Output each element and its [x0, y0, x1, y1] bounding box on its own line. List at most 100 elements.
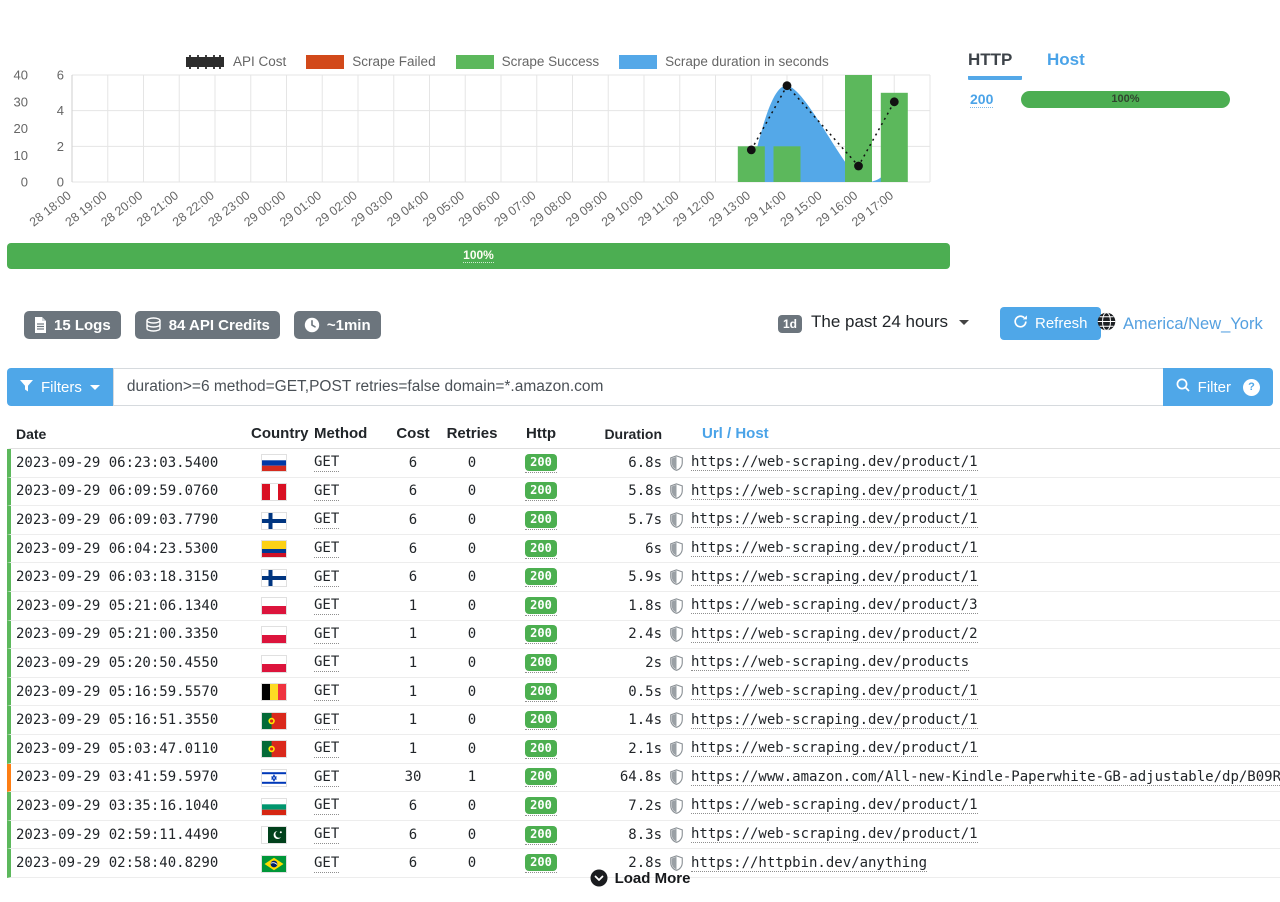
- log-url-link[interactable]: https://web-scraping.dev/product/1: [691, 483, 978, 500]
- log-url-link[interactable]: https://web-scraping.dev/product/3: [691, 597, 978, 614]
- log-retries: 0: [442, 655, 502, 671]
- log-url-link[interactable]: https://www.amazon.com/All-new-Kindle-Pa…: [691, 769, 1280, 786]
- log-url-link[interactable]: https://web-scraping.dev/product/1: [691, 511, 978, 528]
- http-status-badge[interactable]: 200: [525, 597, 557, 614]
- method-label[interactable]: GET: [314, 740, 339, 756]
- method-label[interactable]: GET: [314, 569, 339, 585]
- http-status-badge[interactable]: 200: [525, 454, 557, 471]
- log-row[interactable]: 2023-09-29 05:21:06.1340GET102001.8shttp…: [7, 592, 1280, 621]
- log-url-link[interactable]: https://web-scraping.dev/product/1: [691, 454, 978, 471]
- http-status-badge[interactable]: 200: [525, 625, 557, 642]
- log-date: 2023-09-29 03:41:59.5970: [11, 769, 251, 785]
- method-label[interactable]: GET: [314, 683, 339, 699]
- method-label[interactable]: GET: [314, 597, 339, 613]
- method-label[interactable]: GET: [314, 712, 339, 728]
- log-url-link[interactable]: https://web-scraping.dev/product/1: [691, 797, 978, 814]
- log-cost: 1: [384, 598, 442, 614]
- log-url-link[interactable]: https://web-scraping.dev/product/1: [691, 740, 978, 757]
- tab-http[interactable]: HTTP: [968, 50, 1022, 80]
- log-row[interactable]: 2023-09-29 03:41:59.5970GET30120064.8sht…: [7, 764, 1280, 793]
- stats-badges: 15 Logs84 API Credits~1min: [24, 311, 381, 339]
- coins-icon: [145, 317, 162, 333]
- http-status-badge[interactable]: 200: [525, 654, 557, 671]
- http-status-badge[interactable]: 200: [525, 797, 557, 814]
- svg-text:10: 10: [14, 148, 28, 163]
- search-icon: [1176, 378, 1190, 396]
- filters-dropdown-button[interactable]: Filters: [7, 368, 113, 406]
- method-label[interactable]: GET: [314, 626, 339, 642]
- log-row[interactable]: 2023-09-29 03:35:16.1040GET602007.2shttp…: [7, 792, 1280, 821]
- http-status-badge[interactable]: 200: [525, 826, 557, 843]
- log-row[interactable]: 2023-09-29 05:16:59.5570GET102000.5shttp…: [7, 678, 1280, 707]
- http-status-badge[interactable]: 200: [525, 568, 557, 585]
- log-url-link[interactable]: https://web-scraping.dev/product/2: [691, 626, 978, 643]
- http-status-badge[interactable]: 200: [525, 768, 557, 785]
- log-url-link[interactable]: https://web-scraping.dev/product/1: [691, 569, 978, 586]
- shield-icon: [670, 655, 683, 671]
- tab-host[interactable]: Host: [1047, 50, 1085, 70]
- method-label[interactable]: GET: [314, 769, 339, 785]
- method-label[interactable]: GET: [314, 826, 339, 842]
- log-cost: 6: [384, 512, 442, 528]
- method-label[interactable]: GET: [314, 797, 339, 813]
- log-url-link[interactable]: https://web-scraping.dev/product/1: [691, 540, 978, 557]
- status-code-link[interactable]: 200: [970, 91, 993, 108]
- log-row[interactable]: 2023-09-29 06:23:03.5400GET602006.8shttp…: [7, 449, 1280, 478]
- log-country-portugal: [251, 740, 296, 757]
- log-row[interactable]: 2023-09-29 05:21:00.3350GET102002.4shttp…: [7, 621, 1280, 650]
- log-country-poland: [251, 626, 296, 643]
- method-label[interactable]: GET: [314, 511, 339, 527]
- log-country-colombia: [251, 540, 296, 557]
- http-status-badge[interactable]: 200: [525, 740, 557, 757]
- filter-query-input[interactable]: [113, 368, 1163, 406]
- log-row[interactable]: 2023-09-29 05:16:51.3550GET102001.4shttp…: [7, 706, 1280, 735]
- timezone-link[interactable]: America/New_York: [1123, 315, 1263, 334]
- log-date: 2023-09-29 02:59:11.4490: [11, 827, 251, 843]
- http-status-badge[interactable]: 200: [525, 540, 557, 557]
- log-row[interactable]: 2023-09-29 02:59:11.4490GET602008.3shttp…: [7, 821, 1280, 850]
- filter-submit-button[interactable]: Filter ?: [1163, 368, 1273, 406]
- load-more-button[interactable]: Load More: [0, 869, 1280, 887]
- log-retries: 0: [442, 626, 502, 642]
- refresh-button[interactable]: Refresh: [1000, 307, 1101, 340]
- log-url-link[interactable]: https://web-scraping.dev/product/1: [691, 826, 978, 843]
- help-icon[interactable]: ?: [1243, 379, 1260, 396]
- stat-badge-15-logs: 15 Logs: [24, 311, 121, 339]
- http-status-badge[interactable]: 200: [525, 482, 557, 499]
- log-url-link[interactable]: https://web-scraping.dev/products: [691, 654, 969, 671]
- log-date: 2023-09-29 05:21:06.1340: [11, 598, 251, 614]
- log-cost: 1: [384, 626, 442, 642]
- log-row[interactable]: 2023-09-29 05:03:47.0110GET102002.1shttp…: [7, 735, 1280, 764]
- col-header-http: Http: [502, 425, 580, 442]
- flag-il: [262, 770, 286, 786]
- http-status-badge[interactable]: 200: [525, 711, 557, 728]
- flag-be: [262, 684, 286, 700]
- svg-text:20: 20: [14, 121, 28, 136]
- method-label[interactable]: GET: [314, 483, 339, 499]
- log-duration: 5.8s: [580, 483, 662, 499]
- svg-text:4: 4: [57, 103, 64, 118]
- log-row[interactable]: 2023-09-29 06:04:23.5300GET602006shttps:…: [7, 535, 1280, 564]
- http-status-badge[interactable]: 200: [525, 683, 557, 700]
- method-label[interactable]: GET: [314, 654, 339, 670]
- method-label[interactable]: GET: [314, 454, 339, 470]
- method-label[interactable]: GET: [314, 540, 339, 556]
- shield-icon: [670, 712, 683, 728]
- timezone-control: America/New_York: [1097, 312, 1263, 336]
- flag-fi: [262, 513, 286, 529]
- log-row[interactable]: 2023-09-29 06:09:59.0760GET602005.8shttp…: [7, 478, 1280, 507]
- http-status-badge[interactable]: 200: [525, 511, 557, 528]
- log-duration: 6s: [580, 541, 662, 557]
- col-header-url-host[interactable]: Url / Host: [662, 425, 1280, 442]
- log-cost: 6: [384, 541, 442, 557]
- col-header-cost: Cost: [384, 425, 442, 442]
- log-url-link[interactable]: https://web-scraping.dev/product/1: [691, 712, 978, 729]
- log-row[interactable]: 2023-09-29 06:09:03.7790GET602005.7shttp…: [7, 506, 1280, 535]
- flag-pt: [262, 713, 286, 729]
- log-row[interactable]: 2023-09-29 05:20:50.4550GET102002shttps:…: [7, 649, 1280, 678]
- log-duration: 2.4s: [580, 626, 662, 642]
- flag-fi: [262, 570, 286, 586]
- log-url-link[interactable]: https://web-scraping.dev/product/1: [691, 683, 978, 700]
- time-range-dropdown[interactable]: The past 24 hours: [811, 312, 969, 332]
- log-row[interactable]: 2023-09-29 06:03:18.3150GET602005.9shttp…: [7, 563, 1280, 592]
